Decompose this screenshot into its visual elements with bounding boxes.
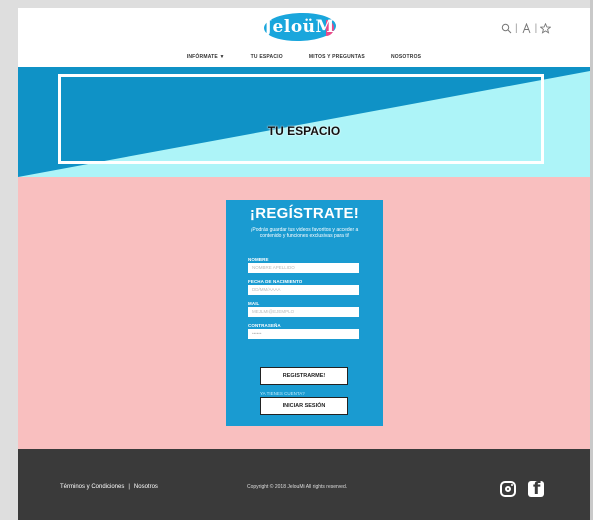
- footer-separator: |: [128, 484, 130, 490]
- form-title: ¡REGÍSTRATE!: [249, 205, 360, 222]
- copyright-text: Copyright © 2018 JelouMi All rights rese…: [247, 484, 348, 490]
- header-separator: |: [534, 23, 538, 34]
- footer-links: Términos y Condiciones | Nosotros: [60, 484, 158, 490]
- terms-link[interactable]: Términos y Condiciones: [60, 484, 124, 490]
- login-button[interactable]: INICIAR SESIÓN: [260, 397, 348, 415]
- have-account-text: YA TIENES CUENTA?: [260, 391, 305, 396]
- site-footer: Términos y Condiciones | Nosotros Copyrigh…: [18, 449, 590, 520]
- site-logo[interactable]: JeloüMi: [263, 11, 342, 43]
- page-title: TU ESPACIO: [267, 124, 341, 138]
- name-label: NOMBRE: [248, 257, 269, 262]
- register-form: ¡REGÍSTRATE! ¡Podrás guardar tus videos …: [226, 200, 383, 426]
- nav-item-mitos[interactable]: MITOS Y PREGUNTAS: [309, 54, 365, 60]
- password-field[interactable]: ••••••: [248, 329, 359, 339]
- star-icon[interactable]: [539, 22, 552, 34]
- banner-frame: [58, 74, 544, 164]
- email-field[interactable]: MEJLMI@EJEMPLO: [248, 307, 359, 317]
- name-field[interactable]: NOMBRE APELLIDO: [248, 263, 359, 273]
- birthdate-label: FECHA DE NACIMIENTO: [248, 279, 303, 284]
- search-icon[interactable]: [501, 23, 512, 34]
- social-links: f: [500, 481, 544, 497]
- hero-banner: TU ESPACIO: [18, 67, 590, 177]
- page: JeloüMi | | INFÓRMATE ▼ TU ESPACIO MITOS…: [18, 8, 590, 520]
- logo-text: JeloüMi: [264, 17, 342, 37]
- nav-item-tu-espacio[interactable]: TU ESPACIO: [251, 54, 283, 60]
- register-button[interactable]: REGISTRARME!: [260, 367, 348, 385]
- site-header: JeloüMi | | INFÓRMATE ▼ TU ESPACIO MITOS…: [18, 8, 590, 67]
- birthdate-field[interactable]: DD/MM/AAAA: [248, 285, 359, 295]
- about-link[interactable]: Nosotros: [134, 484, 158, 490]
- facebook-glyph: f: [533, 481, 541, 497]
- nav-item-nosotros[interactable]: NOSOTROS: [391, 54, 421, 60]
- header-tools: | |: [501, 22, 552, 34]
- instagram-lens: [505, 486, 511, 492]
- header-separator: |: [515, 23, 518, 34]
- form-subtitle: ¡Podrás guardar tus videos favoritos y a…: [250, 227, 359, 239]
- instagram-icon[interactable]: [500, 481, 516, 497]
- password-label: CONTRASEÑA: [248, 323, 281, 328]
- main-nav: INFÓRMATE ▼ TU ESPACIO MITOS Y PREGUNTAS…: [18, 54, 590, 60]
- email-label: MAIL: [248, 301, 260, 306]
- nav-item-informate[interactable]: INFÓRMATE ▼: [187, 54, 225, 60]
- facebook-icon[interactable]: f: [528, 481, 544, 497]
- user-icon[interactable]: [521, 22, 532, 34]
- instagram-dot: [511, 484, 513, 486]
- register-section: ¡REGÍSTRATE! ¡Podrás guardar tus videos …: [18, 177, 590, 449]
